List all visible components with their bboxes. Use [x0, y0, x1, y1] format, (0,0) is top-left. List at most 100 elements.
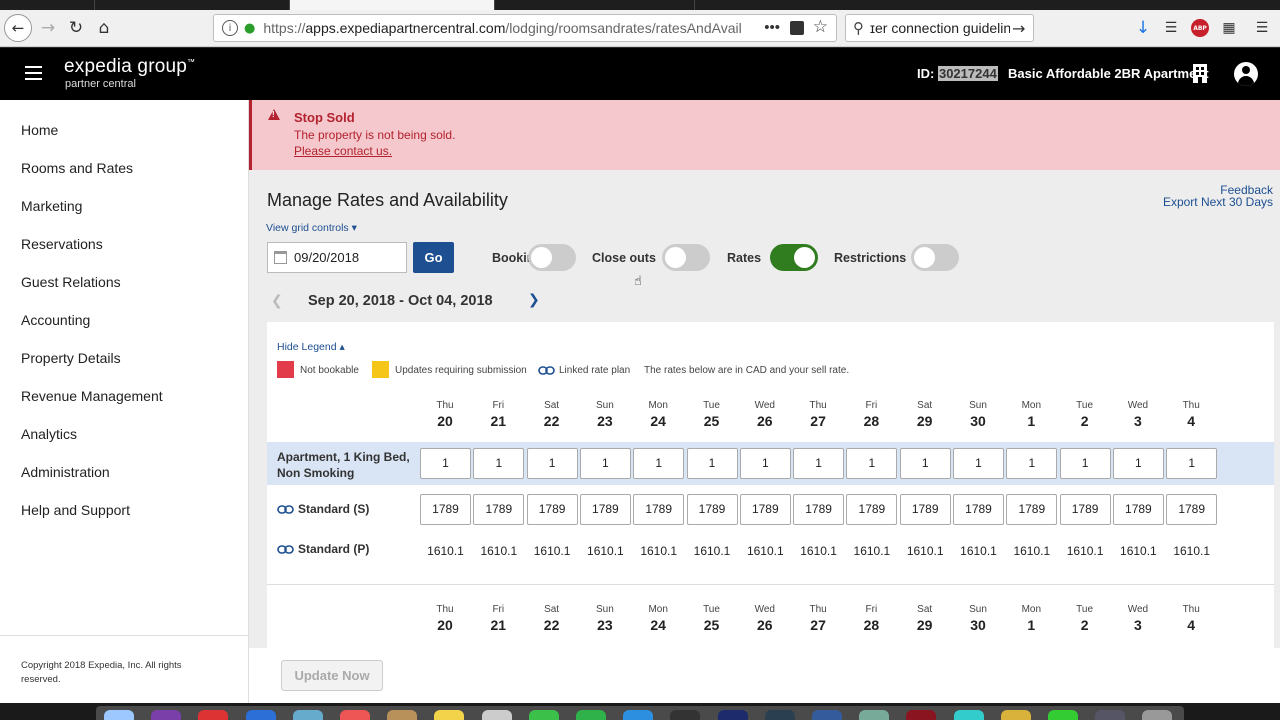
search-go-icon[interactable]: →	[1012, 19, 1025, 38]
rate-cell[interactable]: 1789	[1059, 494, 1111, 525]
app-icon[interactable]	[482, 710, 512, 720]
app-icon[interactable]	[623, 710, 653, 720]
rate-cell[interactable]: 1789	[526, 494, 578, 525]
sidebar-toggle-icon[interactable]: ▦	[1220, 19, 1238, 37]
rate-cell[interactable]: 1789	[473, 494, 525, 525]
app-icon[interactable]	[812, 710, 842, 720]
sidebar-item-revenue-management[interactable]: Revenue Management	[21, 388, 163, 404]
calendar-icon[interactable]	[274, 251, 287, 264]
trash-icon[interactable]	[1142, 710, 1172, 720]
app-icon[interactable]	[906, 710, 936, 720]
app-icon[interactable]	[954, 710, 984, 720]
menu-icon[interactable]: ☰	[1253, 19, 1271, 37]
browser-tab[interactable]	[0, 0, 95, 10]
inventory-cell[interactable]: 1	[899, 448, 951, 479]
contact-us-link[interactable]: Please contact us.	[294, 144, 392, 158]
rate-plan-name[interactable]: Standard (P)	[277, 542, 369, 556]
library-icon[interactable]: ☰	[1162, 19, 1180, 37]
finder-icon[interactable]	[104, 710, 134, 720]
browser-tab-active[interactable]	[290, 0, 495, 10]
rate-cell[interactable]: 1789	[846, 494, 898, 525]
adblock-icon[interactable]: ABP	[1191, 19, 1209, 37]
restrictions-toggle[interactable]	[911, 244, 959, 271]
download-icon[interactable]: ↓	[1134, 18, 1152, 38]
sidebar-item-help-and-support[interactable]: Help and Support	[21, 502, 130, 518]
search-query[interactable]: ɪer connection guideline	[870, 20, 1010, 36]
inventory-cell[interactable]: 1	[1112, 448, 1164, 479]
date-field[interactable]: 09/20/2018	[267, 242, 407, 273]
calendar-app-icon[interactable]	[340, 710, 370, 720]
rates-toggle[interactable]	[770, 244, 818, 271]
app-icon[interactable]	[1001, 710, 1031, 720]
sidebar-item-marketing[interactable]: Marketing	[21, 198, 82, 214]
view-grid-controls-link[interactable]: View grid controls ▾	[266, 222, 357, 234]
home-icon[interactable]: ⌂	[91, 15, 117, 41]
inventory-cell[interactable]: 1	[1166, 448, 1218, 479]
go-button[interactable]: Go	[413, 242, 454, 273]
url-text[interactable]: https://apps.expediapartnercentral.com/l…	[263, 20, 743, 36]
app-icon[interactable]	[1048, 710, 1078, 720]
sidebar-item-rooms-and-rates[interactable]: Rooms and Rates	[21, 160, 133, 176]
app-icon[interactable]	[387, 710, 417, 720]
next-range-icon[interactable]: ❯	[528, 292, 540, 308]
rate-cell[interactable]: 1789	[953, 494, 1004, 525]
logo[interactable]: expedia group™	[64, 56, 195, 78]
inventory-cell[interactable]: 1	[473, 448, 525, 479]
hamburger-menu-icon[interactable]	[25, 66, 42, 80]
page-actions-icon[interactable]: •••	[764, 19, 780, 36]
rate-plan-name[interactable]: Standard (S)	[277, 502, 369, 516]
date-value[interactable]: 09/20/2018	[294, 250, 359, 265]
inventory-cell[interactable]: 1	[739, 448, 791, 479]
inventory-cell[interactable]: 1	[633, 448, 685, 479]
app-icon[interactable]	[718, 710, 748, 720]
reload-icon[interactable]: ↻	[63, 15, 89, 41]
update-now-button[interactable]: Update Now	[281, 660, 383, 691]
messages-app-icon[interactable]	[529, 710, 559, 720]
app-icon[interactable]	[198, 710, 228, 720]
inventory-cell[interactable]: 1	[686, 448, 738, 479]
rate-cell[interactable]: 1789	[686, 494, 738, 525]
browser-tab[interactable]	[495, 0, 695, 10]
rate-cell[interactable]: 1789	[579, 494, 631, 525]
rate-cell[interactable]: 1789	[633, 494, 685, 525]
app-icon[interactable]	[765, 710, 795, 720]
search-bar[interactable]: ⚲ ɪer connection guideline →	[845, 14, 1034, 42]
sidebar-item-reservations[interactable]: Reservations	[21, 236, 103, 252]
previous-range-icon[interactable]: ❮	[271, 293, 283, 309]
browser-tab[interactable]	[95, 0, 290, 10]
app-icon[interactable]	[246, 710, 276, 720]
bookings-toggle[interactable]	[528, 244, 576, 271]
notes-app-icon[interactable]	[434, 710, 464, 720]
export-link[interactable]: Export Next 30 Days	[1163, 195, 1273, 209]
bookmark-star-icon[interactable]: ☆	[813, 17, 828, 37]
rate-cell[interactable]: 1789	[899, 494, 951, 525]
rate-cell[interactable]: 1789	[739, 494, 791, 525]
pocket-icon[interactable]	[790, 21, 804, 35]
sidebar-item-home[interactable]: Home	[21, 122, 58, 138]
building-icon[interactable]	[1191, 63, 1209, 83]
close-outs-toggle[interactable]	[662, 244, 710, 271]
property-name[interactable]: Basic Affordable 2BR Apartment	[1008, 66, 1209, 81]
sidebar-item-accounting[interactable]: Accounting	[21, 312, 90, 328]
inventory-cell[interactable]: 1	[793, 448, 845, 479]
sidebar-item-administration[interactable]: Administration	[21, 464, 110, 480]
forward-arrow-icon[interactable]: →	[35, 15, 61, 41]
sidebar-item-property-details[interactable]: Property Details	[21, 350, 121, 366]
app-icon[interactable]	[151, 710, 181, 720]
sidebar-item-guest-relations[interactable]: Guest Relations	[21, 274, 121, 290]
rate-cell[interactable]: 1789	[793, 494, 845, 525]
info-icon[interactable]: i	[222, 20, 238, 36]
inventory-cell[interactable]: 1	[953, 448, 1004, 479]
app-icon[interactable]	[293, 710, 323, 720]
hide-legend-link[interactable]: Hide Legend ▴	[277, 341, 345, 353]
rate-cell[interactable]: 1789	[1006, 494, 1058, 525]
inventory-cell[interactable]: 1	[526, 448, 578, 479]
rate-cell[interactable]: 1789	[420, 494, 471, 525]
sidebar-item-analytics[interactable]: Analytics	[21, 426, 77, 442]
rate-cell[interactable]: 1789	[1166, 494, 1218, 525]
inventory-cell[interactable]: 1	[1006, 448, 1058, 479]
inventory-cell[interactable]: 1	[1059, 448, 1111, 479]
app-icon[interactable]	[1095, 710, 1125, 720]
inventory-cell[interactable]: 1	[846, 448, 898, 479]
inventory-cell[interactable]: 1	[579, 448, 631, 479]
